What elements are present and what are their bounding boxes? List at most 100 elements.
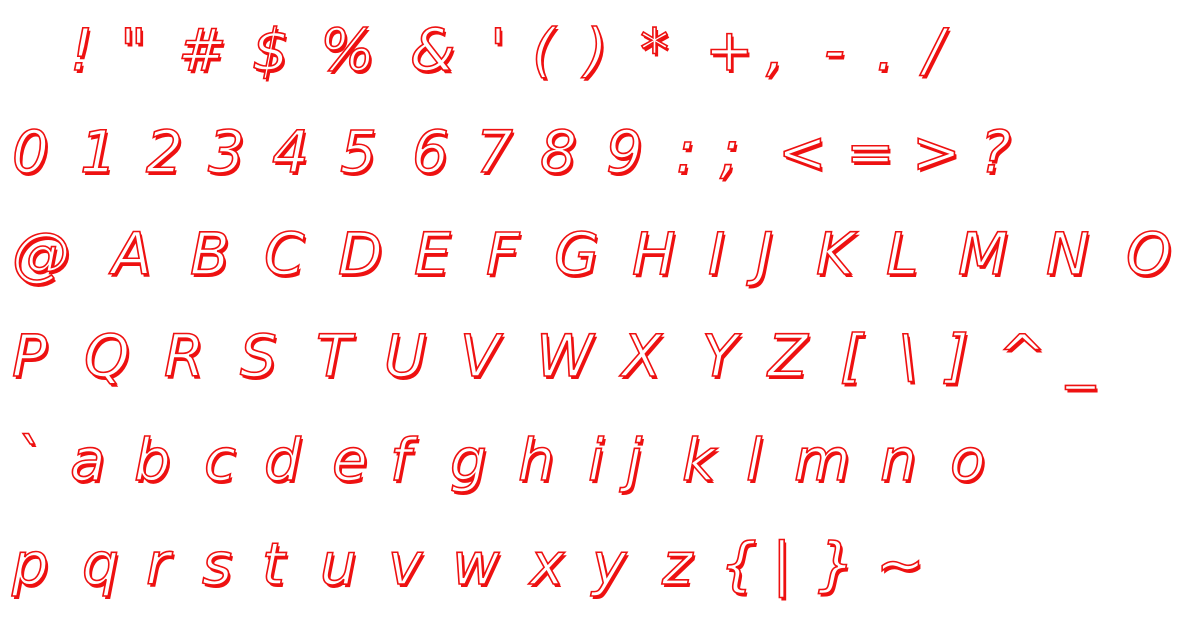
glyph: 1 [79,117,118,187]
glyph: 6 [411,117,450,187]
glyph: : [675,117,696,187]
glyph: I [707,219,726,289]
glyph: C [263,219,305,289]
glyph: s [201,529,233,599]
glyph: N [1045,219,1090,289]
glyph-row-6: p q r s t u v w x y z {|} ~ [0,514,1196,614]
glyph: _ [1065,321,1096,391]
glyph: - [823,15,846,85]
glyph: Q [83,321,130,391]
glyph: ! [69,15,94,85]
glyph: f [389,425,411,495]
glyph: Z [767,321,808,391]
glyph: 7 [475,117,514,187]
glyph: u [319,529,357,599]
glyph: x [529,529,565,599]
glyph: = [845,117,895,187]
glyph: * [639,15,670,85]
glyph: G [553,219,600,289]
glyph: < [777,117,827,187]
glyph: 2 [145,117,184,187]
glyph: c [203,425,236,495]
glyph-row-1: ! " # $% & ' () * +, -. / [0,0,1196,100]
glyph: ' [489,15,507,85]
glyph: ( [531,15,555,85]
glyph: 9 [605,117,644,187]
glyph: + [704,15,754,85]
glyph: T [315,321,352,391]
glyph: b [133,425,171,495]
glyph: J [755,219,774,289]
glyph-row-5: ` a b c d e f g h i j k l m n o [0,410,1196,510]
glyph: y [591,529,627,599]
glyph: a [69,425,106,495]
glyph: r [145,529,170,599]
glyph: l [745,425,763,495]
glyph: 8 [539,117,578,187]
glyph: A [111,219,152,289]
glyph: > [911,117,961,187]
glyph: 0 [11,117,50,187]
glyph: % [319,15,376,85]
glyph: O [1125,219,1172,289]
glyph: H [631,219,676,289]
glyph: j [625,425,643,495]
glyph: [ [839,321,863,391]
glyph: n [879,425,917,495]
glyph: w [451,529,500,599]
glyph: B [189,219,230,289]
glyph: ? [979,117,1011,187]
glyph: @ [11,219,71,289]
glyph: D [337,219,383,289]
glyph: 5 [339,117,378,187]
glyph: 3 [207,117,246,187]
glyph: ~ [875,529,925,599]
glyph: E [413,219,451,289]
glyph: k [681,425,716,495]
glyph-row-4: P Q R S T U V W X Y Z [\] ^ _ [0,306,1196,406]
glyph: ; [719,117,740,187]
glyph: | [771,529,792,599]
glyph: K [815,219,855,289]
glyph: R [163,321,205,391]
glyph: ) [584,15,608,85]
glyph: m [793,425,851,495]
glyph-row-3: @ A B C D E F G H I J K L M N O [0,204,1196,304]
glyph: Y [701,321,738,391]
glyph: z [661,529,693,599]
glyph: o [949,425,986,495]
glyph: v [387,529,423,599]
glyph: h [517,425,555,495]
glyph-specimen-sheet: ! " # $% & ' () * +, -. / 0 1 2 3 4 5 6 7 8 9:; < = >? @ A B C D E F… [0,0,1196,618]
glyph: 4 [271,117,310,187]
glyph: $ [251,15,290,85]
glyph: , [765,15,785,85]
glyph: " [119,15,147,85]
glyph: d [263,425,301,495]
glyph: W [535,321,594,391]
glyph: ` [11,425,42,495]
glyph: L [885,219,919,289]
glyph: q [81,529,119,599]
glyph: U [383,321,427,391]
glyph-row-2: 0 1 2 3 4 5 6 7 8 9:; < = >? [0,102,1196,202]
glyph: { [719,529,758,599]
glyph: e [331,425,368,495]
glyph: & [409,15,456,85]
glyph: p [11,529,49,599]
glyph: g [449,425,487,495]
glyph: } [817,529,856,599]
glyph: X [621,321,662,391]
glyph: / [923,15,944,85]
glyph: ^ [997,321,1047,391]
glyph: i [587,425,605,495]
glyph: # [177,15,227,85]
glyph: M [957,219,1009,289]
glyph: . [875,15,895,85]
glyph: S [239,321,277,391]
glyph: F [485,219,520,289]
glyph: V [459,321,500,391]
glyph: \ [897,321,918,391]
glyph: t [261,529,285,599]
glyph: P [11,321,48,391]
